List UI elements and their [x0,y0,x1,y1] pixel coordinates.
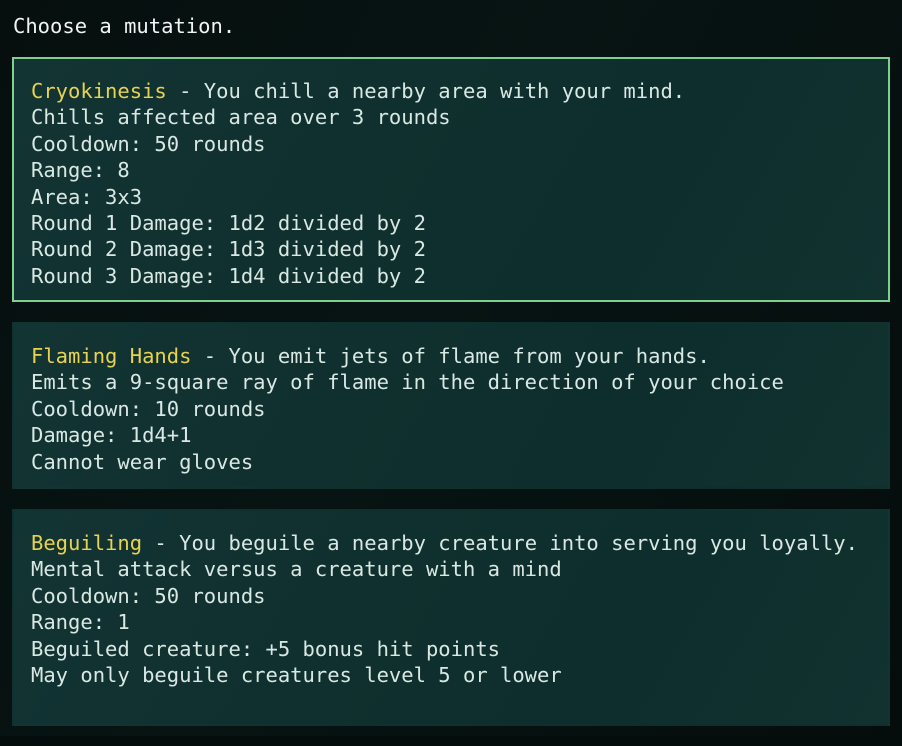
mutation-option-cryokinesis[interactable]: Cryokinesis - You chill a nearby area wi… [12,57,890,302]
mutation-description: You chill a nearby area with your mind. [203,79,686,103]
mutation-header: Beguiling - You beguile a nearby creatur… [31,530,871,556]
mutation-detail-line: Cannot wear gloves [31,449,254,474]
mutation-detail-line: Cooldown: 50 rounds [31,583,266,608]
mutation-detail-line: Beguiled creature: +5 bonus hit points [31,636,500,661]
game-screen: Choose a mutation. Cryokinesis - You chi… [0,0,902,736]
mutation-detail-line: Round 2 Damage: 1d3 divided by 2 [31,237,426,262]
mutation-detail-line: Round 3 Damage: 1d4 divided by 2 [31,263,426,288]
mutation-detail-line: Area: 3x3 [31,184,143,209]
mutation-separator: - [142,531,180,555]
mutation-description: You emit jets of flame from your hands. [228,344,710,368]
mutation-detail-line: Cooldown: 50 rounds [31,131,266,156]
mutation-detail-line: Mental attack versus a creature with a m… [31,557,562,582]
mutation-list: Cryokinesis - You chill a nearby area wi… [12,57,890,746]
mutation-option-beguiling[interactable]: Beguiling - You beguile a nearby creatur… [12,509,890,726]
mutation-detail-line: May only beguile creatures level 5 or lo… [31,663,562,688]
mutation-detail-line: Damage: 1d4+1 [31,423,192,448]
page-title: Choose a mutation. [13,14,236,38]
mutation-header: Cryokinesis - You chill a nearby area wi… [31,78,871,104]
mutation-option-flaming-hands[interactable]: Flaming Hands - You emit jets of flame f… [12,322,890,489]
mutation-separator: - [191,344,229,368]
mutation-name: Beguiling [31,531,143,555]
mutation-description: You beguile a nearby creature into servi… [179,531,858,555]
mutation-detail-line: Emits a 9-square ray of flame in the dir… [31,370,784,395]
mutation-name: Flaming Hands [31,344,192,368]
mutation-name: Cryokinesis [31,79,167,103]
mutation-header: Flaming Hands - You emit jets of flame f… [31,343,871,369]
mutation-detail-line: Round 1 Damage: 1d2 divided by 2 [31,211,426,236]
mutation-detail-line: Cooldown: 10 rounds [31,396,266,421]
mutation-separator: - [166,79,204,103]
mutation-detail-line: Range: 1 [31,610,130,635]
mutation-detail-line: Chills affected area over 3 rounds [31,105,451,130]
mutation-detail-line: Range: 8 [31,158,130,183]
